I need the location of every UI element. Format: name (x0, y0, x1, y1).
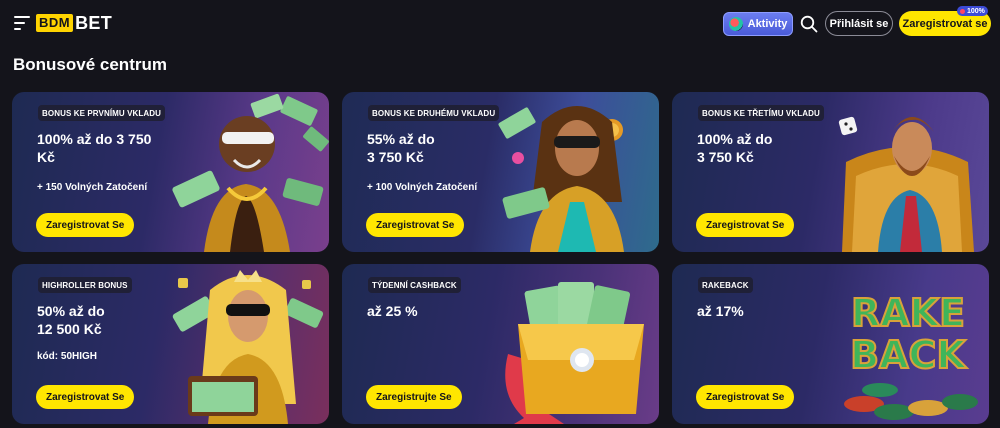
bonus-card-first-deposit[interactable]: BONUS KE PRVNÍMU VKLADU 100% až do 3 750… (12, 92, 329, 252)
logo-box-text: BDM (36, 14, 74, 32)
card-register-button[interactable]: Zaregistrovat Se (36, 213, 135, 237)
promo-code: kód: 50HIGH (37, 351, 98, 362)
bonus-card-rakeback[interactable]: RAKE BACK RAKEBACK až 17% Zaregistrovat … (672, 264, 989, 424)
menu-icon[interactable] (14, 16, 30, 30)
brand-logo[interactable]: BDM BET (36, 13, 112, 33)
card-register-button[interactable]: Zaregistrovat Se (366, 213, 465, 237)
flag-icon (960, 8, 965, 14)
bonus-card-second-deposit[interactable]: BONUS KE DRUHÉMU VKLADU 55% až do 3 750 … (342, 92, 659, 252)
rapper-character-illustration (172, 93, 329, 252)
card-tag: BONUS KE DRUHÉMU VKLADU (368, 105, 500, 121)
highroller-woman-illustration (172, 270, 324, 424)
card-amount: 100% až do 3 750 Kč (697, 131, 773, 165)
aktivity-button[interactable]: Aktivity (723, 12, 793, 36)
card-register-button[interactable]: Zaregistrujte Se (366, 385, 462, 409)
search-icon[interactable] (800, 15, 818, 33)
card-register-button[interactable]: Zaregistrovat Se (696, 213, 795, 237)
card-amount: 55% až do 3 750 Kč (367, 131, 435, 165)
page-title: Bonusové centrum (13, 55, 167, 74)
bonus-card-highroller[interactable]: HIGHROLLER BONUS 50% až do 12 500 Kč kód… (12, 264, 329, 424)
card-tag: BONUS KE TŘETÍMU VKLADU (698, 105, 824, 121)
card-extra: + 150 Volných Zatočení (37, 182, 148, 193)
bonus-card-weekly-cashback[interactable]: TÝDENNÍ CASHBACK až 25 % Zaregistrujte S… (342, 264, 659, 424)
golden-wallet-illustration (505, 282, 644, 424)
badge-label: 100% (967, 7, 985, 15)
card-tag: RAKEBACK (698, 277, 753, 293)
bonus-card-third-deposit[interactable]: BONUS KE TŘETÍMU VKLADU 100% až do 3 750… (672, 92, 989, 252)
card-tag: BONUS KE PRVNÍMU VKLADU (38, 105, 166, 121)
card-extra: + 100 Volných Zatočení (367, 182, 478, 193)
card-tag: HIGHROLLER BONUS (38, 277, 132, 293)
card-register-button[interactable]: Zaregistrovat Se (36, 385, 135, 409)
card-amount: 50% až do 12 500 Kč (37, 303, 105, 337)
rake-art-text: RAKE (851, 291, 965, 335)
card-amount: 100% až do 3 750 Kč (37, 131, 152, 165)
logo-text: BET (75, 12, 113, 33)
target-icon (728, 17, 743, 31)
bonus-badge: 100% (957, 6, 988, 16)
top-header: BDM BET Aktivity Přihlásit se Zaregistro… (0, 0, 1000, 46)
card-register-button[interactable]: Zaregistrovat Se (696, 385, 795, 409)
card-amount: až 17% (697, 303, 744, 319)
woman-character-illustration (498, 106, 624, 252)
login-button[interactable]: Přihlásit se (825, 11, 893, 36)
rakeback-illustration: RAKE BACK (844, 290, 978, 420)
man-character-illustration (838, 116, 974, 252)
back-art-text: BACK (850, 333, 967, 377)
card-tag: TÝDENNÍ CASHBACK (368, 277, 461, 293)
card-amount: až 25 % (367, 303, 418, 319)
aktivity-label: Aktivity (747, 18, 788, 30)
